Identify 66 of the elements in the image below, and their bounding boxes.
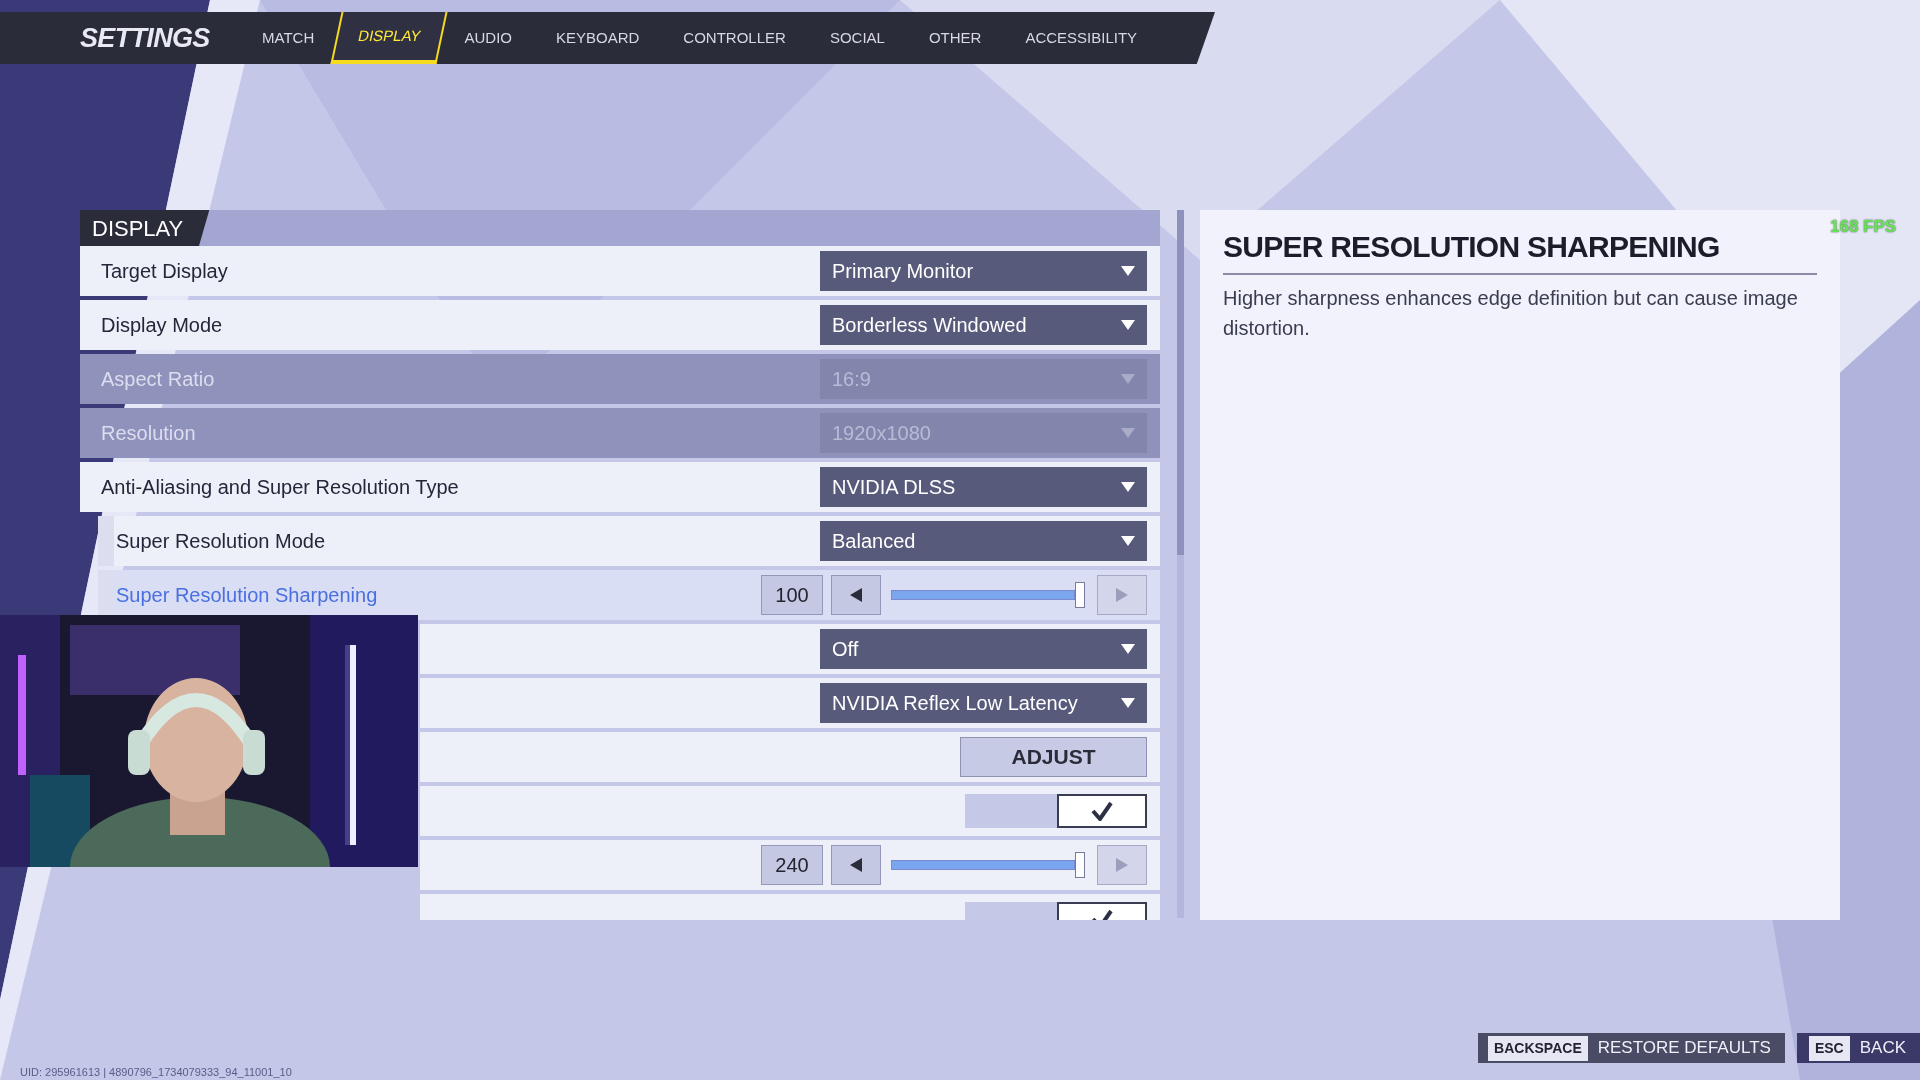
action-label: BACK [1859,1037,1906,1060]
setting-label: Super Resolution Sharpening [116,583,378,608]
decrease-button[interactable] [831,845,881,885]
decrease-button[interactable] [831,575,881,615]
setting-row[interactable]: ADJUST [420,732,1160,782]
checkbox[interactable] [1057,794,1147,828]
setting-row[interactable]: 240 [420,840,1160,890]
dropdown-caret-icon [1121,482,1135,492]
setting-row[interactable]: Target Display Primary Monitor [80,246,1160,296]
adjust-button[interactable]: ADJUST [960,737,1147,777]
slider-track[interactable] [891,582,1087,608]
footer-action[interactable]: ESC BACK [1796,1033,1920,1063]
dropdown[interactable]: Balanced [820,521,1147,561]
value-readout: 100 [761,575,823,615]
section-title: DISPLAY [80,210,210,246]
tab[interactable]: DISPLAY [330,12,448,64]
dropdown[interactable]: Primary Monitor [820,251,1147,291]
tab[interactable]: OTHER [906,12,1004,64]
increase-button[interactable] [1097,575,1147,615]
slider-thumb[interactable] [1075,852,1086,878]
action-label: RESTORE DEFAULTS [1597,1037,1771,1060]
dropdown-caret-icon [1121,428,1135,438]
setting-label: Target Display [101,259,228,284]
right-arrow-icon [1116,858,1128,872]
setting-row[interactable]: Super Resolution Mode Balanced [98,516,1160,566]
increase-button[interactable] [1097,845,1147,885]
uid-text: UID: 295961613 | 4890796_1734079333_94_11001_10 [20,1065,292,1080]
left-arrow-icon [850,858,862,872]
key-label: BACKSPACE [1488,1035,1588,1061]
dropdown-caret-icon [1121,698,1135,708]
tab[interactable]: CONTROLLER [661,12,808,64]
description-text: Higher sharpness enhances edge definition but can cause image distortion. [1223,286,1799,341]
left-arrow-icon [850,588,862,602]
setting-label: Anti-Aliasing and Super Resolution Type [101,475,459,500]
tab[interactable]: ACCESSIBILITY [1003,12,1160,64]
tab[interactable]: KEYBOARD [534,12,662,64]
slider-track[interactable] [891,852,1087,878]
setting-row[interactable]: Anti-Aliasing and Super Resolution Type NVIDIA DLSS [80,462,1160,512]
footer-action[interactable]: BACKSPACE RESTORE DEFAULTS [1478,1033,1785,1063]
dropdown-caret-icon [1121,374,1135,384]
checkmark-icon [1091,801,1113,821]
setting-row[interactable]: NVIDIA Reflex Low Latency [420,678,1160,728]
tab[interactable]: SOCIAL [807,12,907,64]
dropdown-caret-icon [1121,644,1135,654]
dropdown-caret-icon [1121,320,1135,330]
fps-counter: 168 FPS [1830,216,1897,238]
setting-label: Aspect Ratio [101,367,215,392]
dropdown-caret-icon [1121,266,1135,276]
setting-label: Super Resolution Mode [116,529,325,554]
dropdown[interactable]: Off [820,629,1147,669]
dropdown[interactable]: NVIDIA Reflex Low Latency [820,683,1147,723]
setting-row[interactable]: Off [420,624,1160,674]
description-title: SUPER RESOLUTION SHARPENING [1223,224,1817,275]
settings-title: SETTINGS [80,21,211,55]
key-label: ESC [1808,1035,1850,1061]
setting-label: Display Mode [101,313,223,338]
slider-thumb[interactable] [1075,582,1086,608]
dropdown[interactable]: Borderless Windowed [820,305,1147,345]
right-arrow-icon [1116,588,1128,602]
scrollbar-thumb[interactable] [1177,210,1184,555]
dropdown[interactable]: NVIDIA DLSS [820,467,1147,507]
value-readout: 240 [761,845,823,885]
setting-row[interactable]: Display Mode Borderless Windowed [80,300,1160,350]
setting-row[interactable]: Super Resolution Sharpening 100 [98,570,1160,620]
setting-label: Resolution [101,421,196,446]
dropdown-caret-icon [1121,536,1135,546]
